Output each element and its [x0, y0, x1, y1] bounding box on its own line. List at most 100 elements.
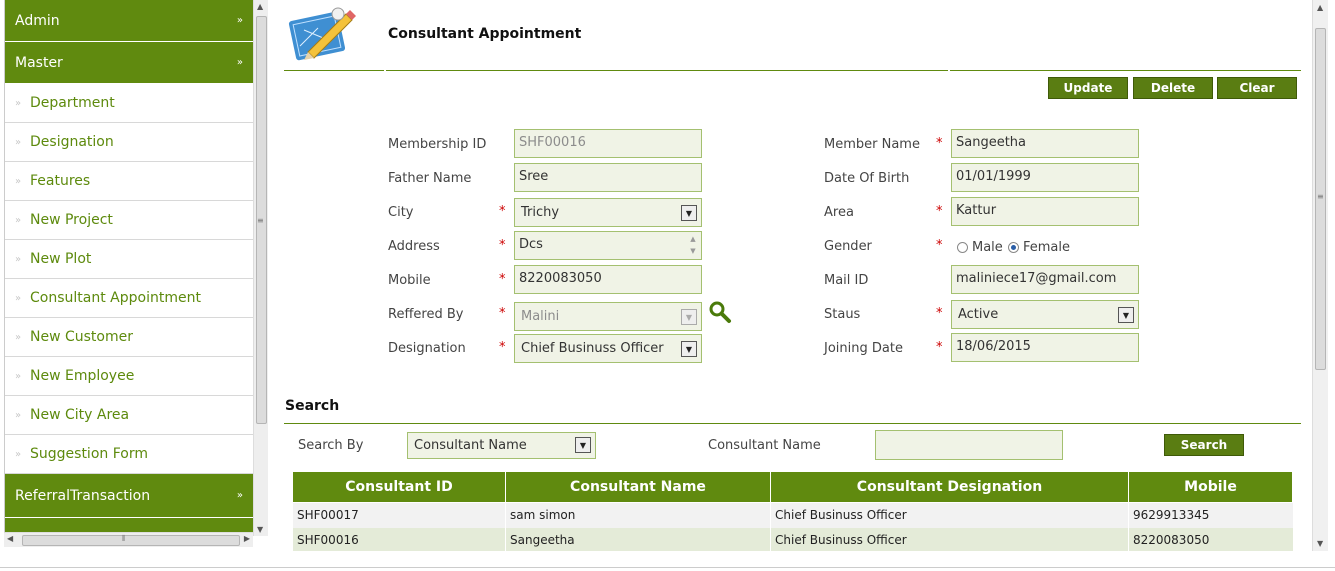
bullet-icon: » [15, 448, 22, 460]
sidebar-item-consultant-appointment[interactable]: » Consultant Appointment [5, 279, 253, 318]
sidebar-item-new-employee[interactable]: » New Employee [5, 357, 253, 396]
gender-label: Gender [824, 239, 872, 254]
update-button[interactable]: Update [1048, 77, 1128, 99]
referred-by-value: Malini [521, 309, 560, 324]
scrollbar-thumb[interactable] [22, 535, 240, 546]
table-row[interactable]: SHF00017 sam simon Chief Businuss Office… [292, 502, 1293, 528]
sidebar-section-admin[interactable]: Admin » [5, 0, 253, 42]
search-by-select[interactable]: Consultant Name ▼ [407, 432, 596, 459]
address-label: Address [388, 239, 440, 254]
textarea-spin-icon[interactable]: ▲ ▼ [687, 233, 699, 258]
table-cell: SHF00016 [292, 527, 506, 551]
designation-select[interactable]: Chief Businuss Officer ▼ [514, 334, 702, 363]
sidebar-item-label: New Customer [30, 329, 133, 345]
table-row[interactable]: SHF00016 Sangeetha Chief Businuss Office… [292, 527, 1293, 551]
father-name-field[interactable]: Sree [514, 163, 702, 192]
sidebar-item-designation[interactable]: » Designation [5, 123, 253, 162]
referred-by-label: Reffered By [388, 307, 464, 322]
grip-icon: ≡ [1317, 192, 1324, 201]
father-name-label: Father Name [388, 171, 472, 186]
table-cell: sam simon [505, 502, 771, 528]
sidebar-section-referral[interactable]: ReferralTransaction » [5, 474, 253, 518]
membership-id-label: Membership ID [388, 137, 487, 152]
required-marker: * [936, 136, 943, 151]
area-field[interactable]: Kattur [951, 197, 1139, 226]
sidebar-section-label: Master [15, 54, 63, 71]
divider [0, 567, 1335, 568]
chevron-down-icon[interactable]: ▼ [1118, 307, 1134, 323]
sidebar-item-new-plot[interactable]: » New Plot [5, 240, 253, 279]
sidebar-item-department[interactable]: » Department [5, 84, 253, 123]
column-header-consultant-designation[interactable]: Consultant Designation [770, 471, 1129, 503]
mail-id-field[interactable]: maliniece17@gmail.com [951, 265, 1139, 294]
bullet-icon: » [15, 370, 22, 382]
chevron-down-icon[interactable]: ▼ [575, 437, 591, 453]
status-label: Staus [824, 307, 861, 322]
joining-date-field[interactable]: 18/06/2015 [951, 333, 1139, 362]
membership-id-field[interactable]: SHF00016 [514, 129, 702, 158]
scroll-up-icon[interactable]: ▲ [257, 2, 263, 11]
delete-button[interactable]: Delete [1133, 77, 1213, 99]
sidebar-item-suggestion-form[interactable]: » Suggestion Form [5, 435, 253, 474]
main-vertical-scrollbar[interactable]: ▲ ≡ ▼ [1312, 0, 1328, 551]
sidebar-item-new-project[interactable]: » New Project [5, 201, 253, 240]
sidebar: Admin » Master » » Department » Designatio… [4, 0, 253, 536]
consultant-name-label: Consultant Name [708, 438, 821, 453]
column-header-mobile[interactable]: Mobile [1128, 471, 1293, 503]
dob-label: Date Of Birth [824, 171, 910, 186]
sidebar-horizontal-scrollbar[interactable]: ◀ ⦀ ▶ [4, 532, 253, 547]
sidebar-section-label: ReferralTransaction [15, 487, 151, 504]
scroll-down-icon[interactable]: ▼ [1317, 539, 1323, 548]
sidebar-item-new-customer[interactable]: » New Customer [5, 318, 253, 357]
status-value: Active [958, 307, 999, 322]
clear-button[interactable]: Clear [1217, 77, 1297, 99]
sidebar-item-features[interactable]: » Features [5, 162, 253, 201]
expand-icon: » [236, 490, 243, 501]
table-cell: Chief Businuss Officer [770, 527, 1129, 551]
search-icon[interactable] [708, 300, 732, 324]
divider [950, 70, 1301, 71]
table-cell: 8220083050 [1128, 527, 1293, 551]
status-select[interactable]: Active ▼ [951, 300, 1139, 329]
sidebar-section-label: Admin [15, 12, 60, 29]
bullet-icon: » [15, 175, 22, 187]
main-panel: Consultant Appointment Update Delete Cle… [276, 0, 1310, 551]
required-marker: * [936, 340, 943, 355]
mobile-field[interactable]: 8220083050 [514, 265, 702, 294]
sidebar-item-label: New City Area [30, 407, 130, 423]
address-textarea[interactable]: Dcs ▲ ▼ [514, 231, 702, 260]
expand-icon: » [236, 15, 243, 26]
radio-icon[interactable] [957, 242, 968, 253]
required-marker: * [499, 306, 506, 321]
divider [284, 70, 384, 71]
scroll-right-icon[interactable]: ▶ [244, 534, 250, 543]
sidebar-item-new-city-area[interactable]: » New City Area [5, 396, 253, 435]
area-label: Area [824, 205, 854, 220]
divider [284, 423, 1301, 424]
chevron-down-icon[interactable]: ▼ [681, 205, 697, 221]
gender-female-radio[interactable]: Female [1008, 240, 1070, 255]
designation-label: Designation [388, 341, 466, 356]
search-button[interactable]: Search [1164, 434, 1244, 456]
search-by-value: Consultant Name [414, 438, 527, 453]
gender-male-radio[interactable]: Male [957, 240, 1003, 255]
sidebar-section-next[interactable] [5, 518, 253, 532]
scroll-up-icon[interactable]: ▲ [1317, 3, 1323, 12]
chevron-down-icon[interactable]: ▼ [681, 341, 697, 357]
sidebar-vertical-scrollbar[interactable]: ▲ ≡ ▼ [253, 0, 268, 536]
member-name-field[interactable]: Sangeetha [951, 129, 1139, 158]
city-select[interactable]: Trichy ▼ [514, 198, 702, 227]
radio-selected-icon[interactable] [1008, 242, 1019, 253]
consultant-name-search-input[interactable] [875, 430, 1063, 460]
column-header-consultant-name[interactable]: Consultant Name [505, 471, 771, 503]
column-header-consultant-id[interactable]: Consultant ID [292, 471, 506, 503]
sidebar-section-master[interactable]: Master » [5, 42, 253, 84]
scroll-down-icon[interactable]: ▼ [257, 525, 263, 534]
scroll-left-icon[interactable]: ◀ [7, 534, 13, 543]
bullet-icon: » [15, 409, 22, 421]
referred-by-select[interactable]: Malini ▼ [514, 302, 702, 331]
dob-field[interactable]: 01/01/1999 [951, 163, 1139, 192]
mobile-label: Mobile [388, 273, 431, 288]
consultant-table: Consultant ID Consultant Name Consultant… [292, 471, 1293, 551]
required-marker: * [499, 204, 506, 219]
